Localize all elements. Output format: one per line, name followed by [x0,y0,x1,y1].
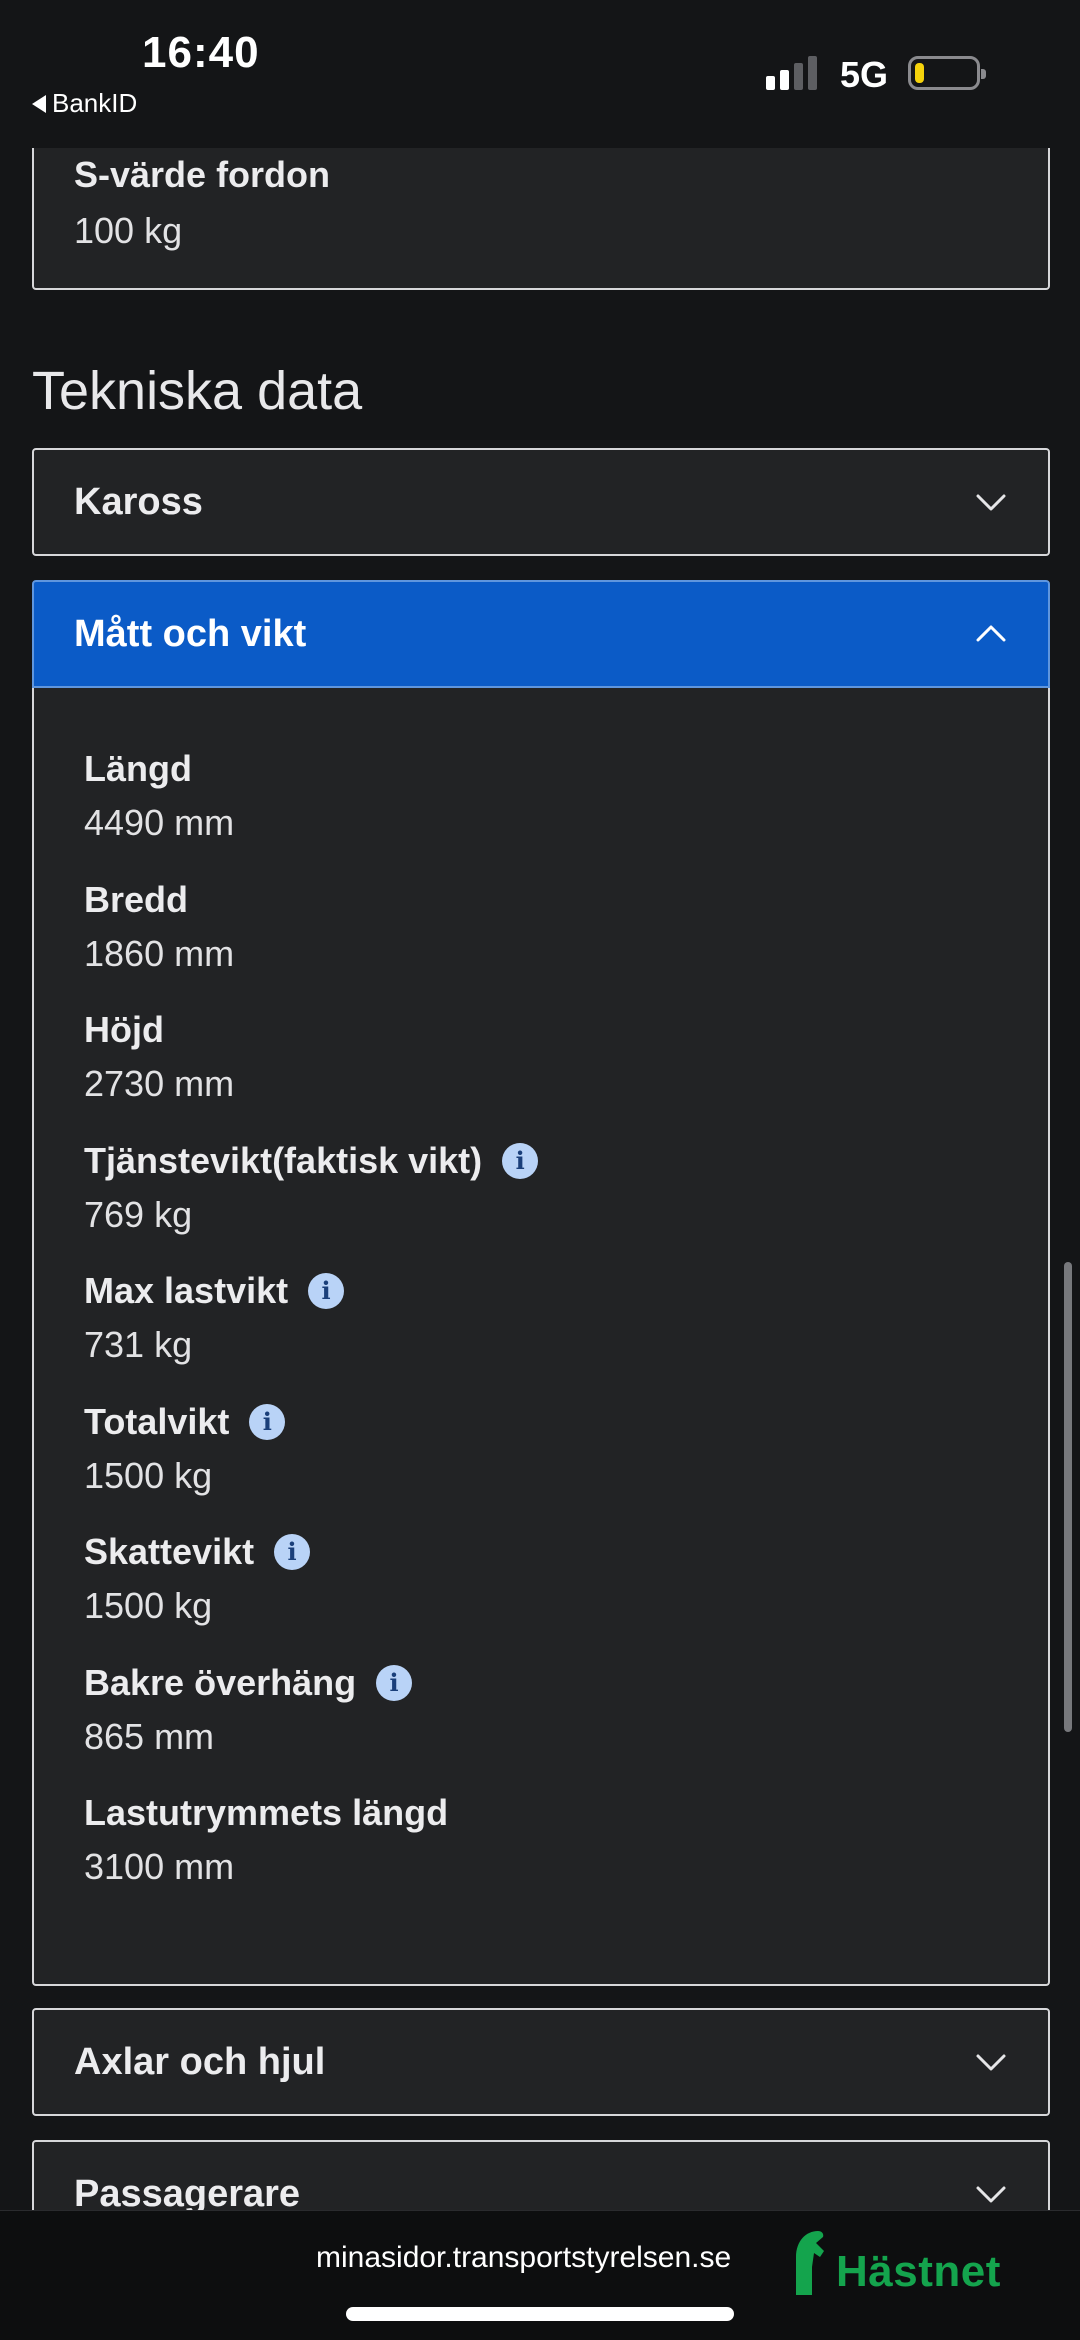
detail-value: 1500 kg [84,1585,213,1626]
detail-value: 2730 mm [84,1063,235,1104]
accordion-passagerare[interactable]: Passagerare [32,2140,1050,2210]
info-icon[interactable]: i [249,1403,286,1440]
s-value-value: 100 kg [74,210,183,251]
detail-value: 4490 mm [84,802,235,843]
chevron-down-icon [976,2186,1006,2203]
battery-level [915,63,924,83]
info-icon[interactable]: i [376,1664,413,1701]
detail-value: 731 kg [84,1324,193,1365]
back-to-app-link[interactable]: BankID [32,88,137,119]
chevron-up-icon [976,625,1006,642]
accordion-body-matt-och-vikt: Längd 4490 mm Bredd 1860 mm Höjd 2730 mm… [32,688,1050,1986]
detail-row-bredd: Bredd 1860 mm [84,879,538,1010]
page-content: S-värde fordon 100 kg Tekniska data Karo… [0,148,1080,2210]
details-list: Längd 4490 mm Bredd 1860 mm Höjd 2730 mm… [84,748,539,1923]
brand-logo: Hästnet [790,2227,1001,2297]
detail-row-langd: Längd 4490 mm [84,748,538,879]
browser-bottom-bar: minasidor.transportstyrelsen.se Hästnet [0,2210,1080,2340]
network-type: 5G [840,54,889,95]
detail-label: Skattevikt [84,1531,255,1572]
status-time: 16:40 [142,28,260,77]
s-value-card: S-värde fordon 100 kg [32,148,1050,290]
detail-value: 865 mm [84,1715,215,1757]
detail-row-skattevikt: Skattevikt i 1500 kg [84,1531,538,1662]
accordion-label: Passagerare [74,2172,301,2211]
accordion-kaross[interactable]: Kaross [32,448,1050,556]
accordion-matt-och-vikt[interactable]: Mått och vikt [32,580,1050,688]
url-label[interactable]: minasidor.transportstyrelsen.se [316,2241,731,2275]
detail-value: 3100 mm [84,1846,235,1887]
detail-row-bakre-overhang: Bakre överhäng i 865 mm [84,1662,538,1793]
signal-strength-icon [766,56,817,90]
detail-label: Lastutrymmets längd [84,1792,449,1833]
detail-value: 769 kg [84,1193,193,1235]
detail-value: 1500 kg [84,1454,213,1496]
info-icon[interactable]: i [274,1534,311,1570]
screen: 16:40 BankID 5G S-värde fordon 100 kg Te… [0,0,1080,2340]
accordion-label: Kaross [74,480,203,523]
back-app-label: BankID [52,88,138,118]
detail-label: Max lastvikt [84,1270,289,1311]
battery-icon [908,56,986,90]
detail-label: Tjänstevikt(faktisk vikt) [84,1139,483,1181]
chevron-down-icon [976,494,1006,511]
chevron-down-icon [976,2054,1006,2071]
detail-label: Bredd [84,878,189,920]
accordion-label: Axlar och hjul [74,2040,326,2083]
status-bar: 16:40 BankID 5G [0,0,1080,148]
detail-label: Totalvikt [84,1400,230,1442]
info-icon[interactable]: i [502,1142,539,1179]
s-value-label: S-värde fordon [74,154,331,195]
info-icon[interactable]: i [308,1273,345,1309]
detail-row-totalvikt: Totalvikt i 1500 kg [84,1401,538,1532]
home-indicator[interactable] [346,2307,734,2321]
detail-value: 1860 mm [84,932,235,974]
scrollbar-thumb[interactable] [1064,1262,1072,1732]
back-arrow-icon [32,94,46,113]
detail-label: Höjd [84,1009,164,1050]
brand-name: Hästnet [836,2247,1001,2296]
section-title: Tekniska data [32,361,363,421]
detail-row-max-lastvikt: Max lastvikt i 731 kg [84,1270,538,1401]
detail-row-lastutrymmets-langd: Lastutrymmets längd 3100 mm [84,1792,538,1923]
horse-logo-icon [796,2231,824,2295]
accordion-axlar-och-hjul[interactable]: Axlar och hjul [32,2008,1050,2116]
detail-label: Bakre överhäng [84,1661,357,1703]
accordion-label: Mått och vikt [74,612,307,655]
detail-label: Längd [84,748,192,789]
detail-row-hojd: Höjd 2730 mm [84,1009,538,1140]
detail-row-tjanstevikt: Tjänstevikt(faktisk vikt) i 769 kg [84,1139,539,1271]
